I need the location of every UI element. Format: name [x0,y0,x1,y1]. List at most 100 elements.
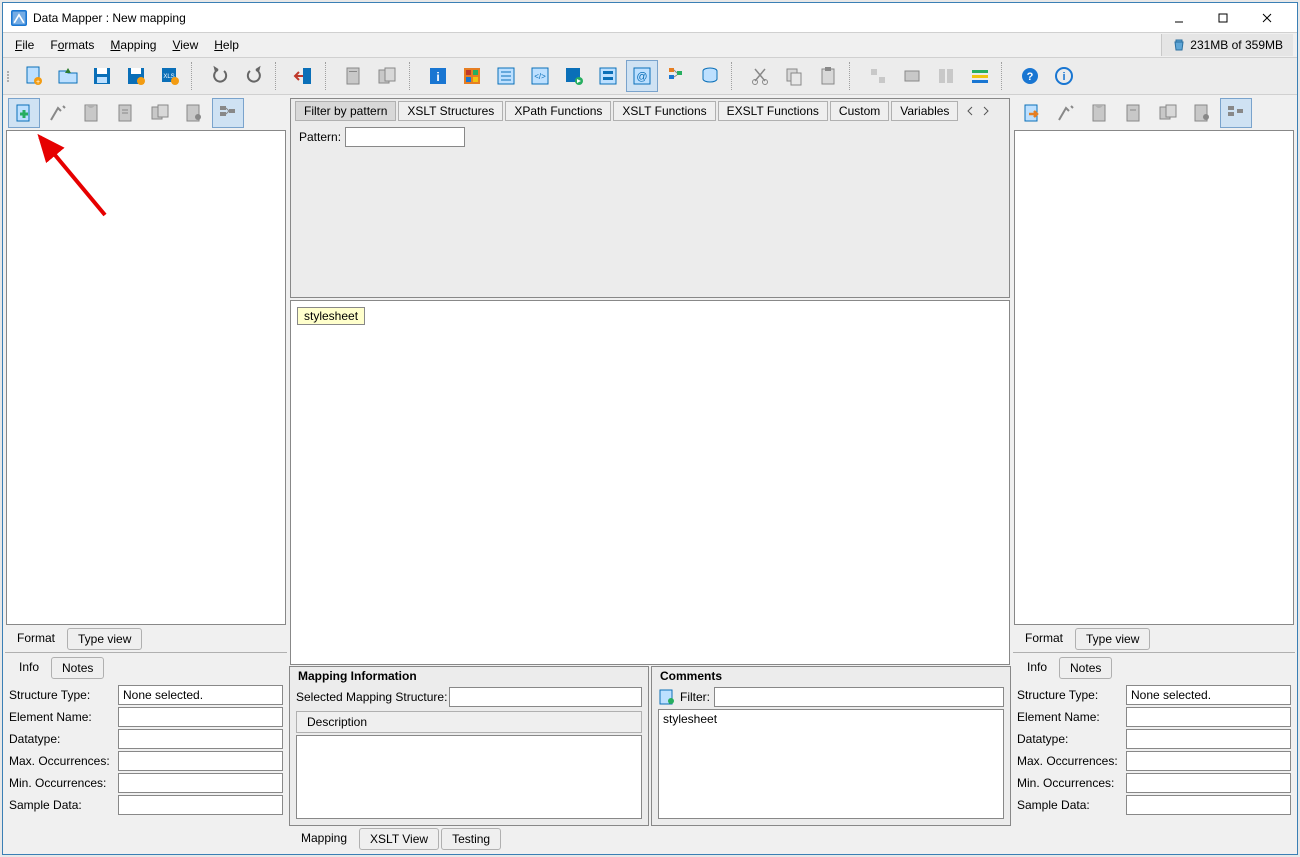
right-tool4[interactable] [1118,98,1150,128]
cut-button[interactable] [744,60,776,92]
save-button[interactable] [86,60,118,92]
left-tab-format[interactable]: Format [7,628,65,650]
new-file-button[interactable]: + [18,60,50,92]
left-info-tab[interactable]: Info [9,657,49,679]
left-tool3[interactable] [76,98,108,128]
tool-extra4[interactable] [964,60,996,92]
menu-formats[interactable]: Formats [42,36,102,54]
right-tab-typeview[interactable]: Type view [1075,628,1150,650]
tool-extra3[interactable] [930,60,962,92]
right-tool6[interactable] [1186,98,1218,128]
tab-exslt-functions[interactable]: EXSLT Functions [718,101,828,121]
right-notes-tab[interactable]: Notes [1059,657,1112,679]
comment-list[interactable]: stylesheet [658,709,1004,819]
left-input-max-occ[interactable] [118,751,283,771]
add-output-button[interactable] [1016,98,1048,128]
export-xls-button[interactable]: XLS [154,60,186,92]
tab-scroll-left[interactable] [962,103,978,119]
close-button[interactable] [1245,4,1289,32]
at-button[interactable]: @ [626,60,658,92]
pattern-input[interactable] [345,127,465,147]
db-button[interactable] [694,60,726,92]
memory-text: 231MB of 359MB [1190,38,1283,52]
tree-button[interactable] [660,60,692,92]
right-input-element-name[interactable] [1126,707,1291,727]
right-input-max-occ[interactable] [1126,751,1291,771]
mapping-canvas[interactable]: stylesheet [290,300,1010,665]
left-input-min-occ[interactable] [118,773,283,793]
tab-filter-pattern[interactable]: Filter by pattern [295,101,396,121]
open-file-button[interactable] [52,60,84,92]
menu-view[interactable]: View [164,36,206,54]
description-box[interactable] [296,735,642,819]
tab-scroll-right[interactable] [978,103,994,119]
tab-xslt-view[interactable]: XSLT View [359,828,439,850]
right-tool2[interactable] [1050,98,1082,128]
tab-testing[interactable]: Testing [441,828,501,850]
left-notes-tab[interactable]: Notes [51,657,104,679]
right-input-sample[interactable] [1126,795,1291,815]
output-tree[interactable] [1014,130,1294,625]
menu-mapping[interactable]: Mapping [102,36,164,54]
about-button[interactable]: i [1048,60,1080,92]
right-input-datatype[interactable] [1126,729,1291,749]
copy-button[interactable] [778,60,810,92]
right-info-tab[interactable]: Info [1017,657,1057,679]
menu-bar: File Formats Mapping View Help 231MB of … [3,33,1297,57]
exit-button[interactable] [288,60,320,92]
sel-mapping-input[interactable] [449,687,642,707]
right-label-element-name: Element Name: [1017,710,1122,724]
code-button[interactable]: </> [524,60,556,92]
right-tool5[interactable] [1152,98,1184,128]
left-input-datatype[interactable] [118,729,283,749]
grid-button[interactable] [456,60,488,92]
maximize-button[interactable] [1201,4,1245,32]
input-tree[interactable] [6,130,286,625]
left-input-structure-type[interactable] [118,685,283,705]
tab-xslt-functions[interactable]: XSLT Functions [613,101,715,121]
tab-custom[interactable]: Custom [830,101,889,121]
app-icon [11,10,27,26]
help-button[interactable]: ? [1014,60,1046,92]
comments-panel: Comments Filter: stylesheet [651,666,1011,826]
tool-doc1-button[interactable] [338,60,370,92]
left-input-sample[interactable] [118,795,283,815]
tab-xpath-functions[interactable]: XPath Functions [505,101,611,121]
right-tab-format[interactable]: Format [1015,628,1073,650]
undo-button[interactable] [204,60,236,92]
menu-file[interactable]: File [7,36,42,54]
paste-button[interactable] [812,60,844,92]
filter-input[interactable] [714,687,1004,707]
comment-item[interactable]: stylesheet [663,712,999,726]
right-label-sample: Sample Data: [1017,798,1122,812]
right-tool3[interactable] [1084,98,1116,128]
tool-doc2-button[interactable] [372,60,404,92]
tool-extra1[interactable] [862,60,894,92]
schema-button[interactable] [592,60,624,92]
left-tool4[interactable] [110,98,142,128]
tab-xslt-structures[interactable]: XSLT Structures [398,101,503,121]
tool-extra2[interactable] [896,60,928,92]
left-tool6[interactable] [178,98,210,128]
list-button[interactable] [490,60,522,92]
memory-status[interactable]: 231MB of 359MB [1161,34,1293,56]
right-input-min-occ[interactable] [1126,773,1291,793]
save-as-button[interactable] [120,60,152,92]
info-button[interactable]: i [422,60,454,92]
tab-mapping[interactable]: Mapping [291,828,357,850]
add-input-button[interactable] [8,98,40,128]
left-input-element-name[interactable] [118,707,283,727]
save-play-button[interactable] [558,60,590,92]
left-tool7[interactable] [212,98,244,128]
left-tool2[interactable] [42,98,74,128]
minimize-button[interactable] [1157,4,1201,32]
stylesheet-node[interactable]: stylesheet [297,307,365,325]
description-tab[interactable]: Description [296,711,642,733]
right-input-structure-type[interactable] [1126,685,1291,705]
redo-button[interactable] [238,60,270,92]
left-tool5[interactable] [144,98,176,128]
left-tab-typeview[interactable]: Type view [67,628,142,650]
tab-variables[interactable]: Variables [891,101,958,121]
right-tool7[interactable] [1220,98,1252,128]
menu-help[interactable]: Help [206,36,247,54]
